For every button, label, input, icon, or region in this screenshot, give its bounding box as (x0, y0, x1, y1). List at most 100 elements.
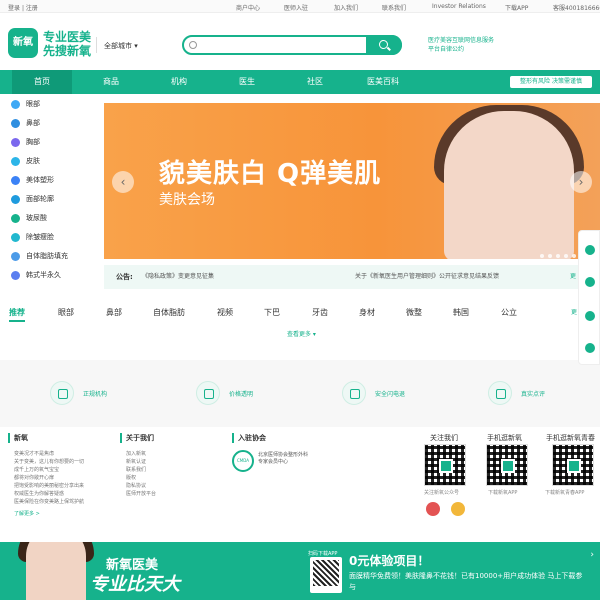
star-icon[interactable] (451, 502, 465, 516)
auth-separator: | (21, 5, 24, 12)
merchant-center-link[interactable]: 商户中心 (236, 3, 260, 12)
logo-text[interactable]: 专业医美 先搜新氧 (43, 30, 91, 58)
promo-carousel[interactable]: 貌美肤白 Q弹美肌 美肤会场 ‹ › (104, 103, 600, 259)
carousel-dot[interactable] (564, 254, 568, 258)
weibo-icon[interactable] (426, 502, 440, 516)
nav-products[interactable]: 商品 (81, 70, 141, 94)
contact-us-link[interactable]: 联系我们 (382, 3, 406, 12)
footer-link-copyright[interactable]: 版权 (126, 474, 156, 482)
association-badge[interactable]: CMDA 北京医师协会整形外科 专家会员中心 (232, 450, 308, 476)
slogan-line-2: 平台自律公约 (428, 46, 465, 53)
banner-subtitle: 美肤会场 (159, 192, 215, 208)
feature-label: 真实点评 (521, 391, 546, 398)
footer-link-privacy[interactable]: 隐私协议 (126, 482, 156, 490)
sidebar-item-label: 除皱瘦脸 (26, 233, 54, 241)
nav-doctors[interactable]: 医生 (217, 70, 277, 94)
footer-text: 医美保险在你变美路上保驾护航 (14, 499, 85, 505)
footer-link-doctor-platform[interactable]: 医师开放平台 (126, 490, 156, 498)
notice-item-privacy[interactable]: 《隐私政策》变更意见征集 (142, 265, 214, 289)
carousel-next-button[interactable]: › (570, 171, 592, 193)
investor-relations-link[interactable]: Investor Relations (432, 3, 486, 10)
qr-title: 手机逛新氧青春 (546, 434, 595, 442)
nav-community[interactable]: 社区 (285, 70, 345, 94)
tab-eyes[interactable]: 眼部 (58, 307, 74, 318)
sidebar-item-skin[interactable]: 皮肤 (8, 153, 103, 170)
notice-more-link[interactable]: 更 (570, 265, 576, 289)
carousel-dot[interactable] (548, 254, 552, 258)
logo-line-1: 专业医美 (43, 30, 92, 44)
notice-item-rules[interactable]: 关于《新氧医生用户管理细则》公开征求意见结果反馈 (355, 265, 499, 289)
sidebar-item-label: 皮肤 (26, 157, 40, 165)
search-box (182, 35, 402, 55)
tabs-more-link[interactable]: 更 (571, 307, 577, 316)
tab-teeth[interactable]: 牙齿 (312, 307, 328, 318)
feature-label: 正规机构 (83, 391, 108, 398)
feature-label: 价格透明 (229, 391, 254, 398)
tab-nose[interactable]: 鼻部 (106, 307, 122, 318)
sidebar-item-semi-permanent[interactable]: 韩式半永久 (8, 267, 103, 284)
tab-fat[interactable]: 自体脂肪 (153, 307, 185, 318)
download-app-link[interactable]: 下载APP (505, 3, 528, 12)
body-icon (11, 176, 20, 185)
footer-associations: 入驻协会 CMDA 北京医师协会整形外科 专家会员中心 (232, 433, 308, 476)
footer-link-certification[interactable]: 新氧认证 (126, 458, 156, 466)
carousel-prev-button[interactable]: ‹ (112, 171, 134, 193)
bottom-download-banner[interactable]: 新氧医美 专业比天大 扫码下载APP 0元体验项目！ 面膜精华免费领！美肤隆鼻不… (0, 542, 600, 600)
feature-reviews: 真实点评 (488, 381, 600, 407)
nav-home[interactable]: 首页 (12, 70, 72, 94)
risk-warning-tag: 整形有风险 决策需谨慎 (510, 76, 592, 88)
tab-recommend[interactable]: 推荐 (9, 307, 25, 322)
sidebar-item-label: 韩式半永久 (26, 271, 61, 279)
download-qr-code (310, 557, 342, 593)
sidebar-item-hyaluronic[interactable]: 玻尿酸 (8, 210, 103, 227)
register-link[interactable]: 注册 (26, 5, 38, 12)
logo-mark[interactable]: 新氧 (8, 28, 38, 58)
carousel-dot[interactable] (540, 254, 544, 258)
nav-encyclopedia[interactable]: 医美百科 (353, 70, 413, 94)
footer-text: 关于变美，这儿有你想要的一切 (14, 459, 85, 465)
feature-refund: 安全闪电退 (342, 381, 462, 407)
see-more-link[interactable]: 查看更多 ▾ (287, 329, 316, 338)
carousel-dots[interactable] (540, 243, 580, 259)
tab-micro[interactable]: 微整 (406, 307, 422, 318)
sidebar-item-eyes[interactable]: 眼部 (8, 96, 103, 113)
login-link[interactable]: 登录 (8, 5, 20, 12)
tab-figure[interactable]: 身材 (359, 307, 375, 318)
qr-caption: 下载新氧APP (488, 490, 518, 496)
learn-more-link[interactable]: 了解更多 > (14, 510, 84, 518)
footer-about-soyoung: 新氧 变美况才不是焦虑 关于变美，这儿有你想要的一切 成千上万的氧气宝宝 都将对… (8, 433, 84, 518)
tab-video[interactable]: 视频 (217, 307, 233, 318)
nav-institutions[interactable]: 机构 (149, 70, 209, 94)
eye-icon (11, 100, 20, 109)
settings-icon[interactable] (585, 343, 595, 353)
sidebar-item-nose[interactable]: 鼻部 (8, 115, 103, 132)
tab-chin[interactable]: 下巴 (264, 307, 280, 318)
sidebar-item-body-shaping[interactable]: 美体塑形 (8, 172, 103, 189)
carousel-dot[interactable] (556, 254, 560, 258)
close-icon[interactable]: › (590, 550, 594, 560)
sidebar-item-chest[interactable]: 胸部 (8, 134, 103, 151)
tab-public[interactable]: 公立 (501, 307, 517, 318)
phone-icon[interactable] (585, 311, 595, 321)
carousel-dot[interactable] (572, 254, 576, 258)
sidebar-item-fat-fill[interactable]: 自体脂肪填充 (8, 248, 103, 265)
top-bar: 登录 | 注册 商户中心 医师入驻 加入我们 联系我们 Investor Rel… (0, 0, 600, 13)
message-icon[interactable] (585, 277, 595, 287)
sidebar-item-label: 鼻部 (26, 119, 40, 127)
qr-logo (439, 459, 453, 473)
search-button[interactable] (366, 35, 402, 55)
footer-link-contact[interactable]: 联系我们 (126, 466, 156, 474)
self-discipline-link[interactable]: 医疗美容互联网信息服务 平台自律公约 (428, 36, 494, 54)
main-nav: 首页 商品 机构 医生 社区 医美百科 整形有风险 决策需谨慎 (0, 70, 600, 94)
join-us-link[interactable]: 加入我们 (334, 3, 358, 12)
service-hotline: 客服4001816660 (553, 5, 600, 12)
doctor-join-link[interactable]: 医师入驻 (284, 3, 308, 12)
sidebar-item-face-contour[interactable]: 面部轮廓 (8, 191, 103, 208)
chat-icon[interactable] (585, 245, 595, 255)
sidebar-item-wrinkle[interactable]: 除皱瘦脸 (8, 229, 103, 246)
tab-korea[interactable]: 韩国 (453, 307, 469, 318)
city-selector[interactable]: 全部城市 ▾ (104, 41, 138, 51)
search-input[interactable] (200, 39, 360, 52)
youth-app-qr-code (552, 444, 594, 486)
footer-link-join[interactable]: 加入新氧 (126, 450, 156, 458)
